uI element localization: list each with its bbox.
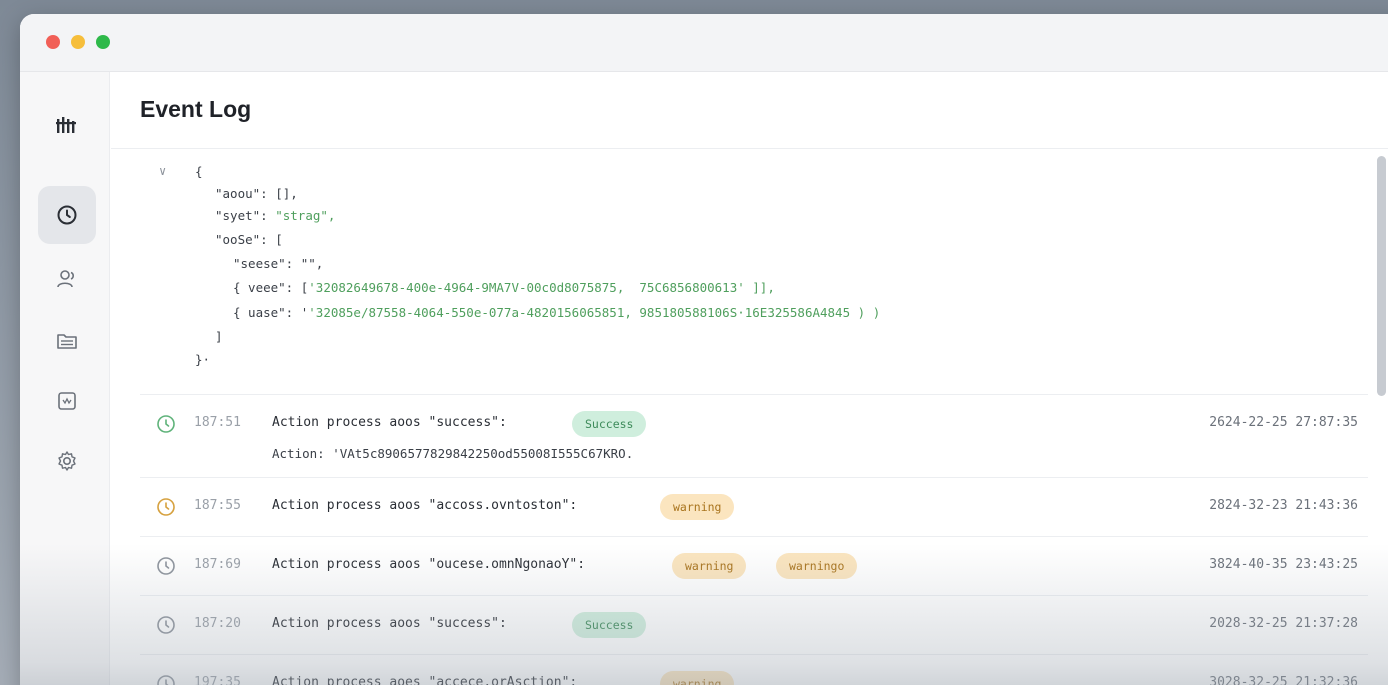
json-key: "seese": "", bbox=[233, 256, 324, 271]
event-message: Action process aoes "accece.orAsction": bbox=[272, 675, 578, 685]
minimize-window-button[interactable] bbox=[71, 35, 85, 49]
event-time: 187:69 bbox=[194, 557, 241, 572]
json-key: }· bbox=[195, 352, 211, 367]
main-panel: Event Log ∨ { "aoou": [], "syet": "strag",… bbox=[111, 72, 1388, 685]
event-row[interactable]: 187:55 Action process aoos "accoss.ovntos… bbox=[140, 477, 1368, 536]
event-timestamp: 2824-32-23 21:43:36 bbox=[1209, 498, 1358, 513]
event-time: 187:51 bbox=[194, 415, 241, 430]
json-line: "aoou": [], bbox=[215, 186, 298, 201]
event-message: Action process aoos "success": bbox=[272, 415, 507, 430]
event-time: 187:55 bbox=[194, 498, 241, 513]
status-badge: warning bbox=[660, 671, 735, 685]
status-badge: Success bbox=[572, 411, 647, 437]
users-icon bbox=[57, 270, 74, 288]
json-line: { veee": ['32082649678-400e-4964-9MA7V-0… bbox=[233, 280, 775, 295]
event-detail: Action: 'VAt5c8906577829842250od55008I55… bbox=[272, 446, 634, 461]
sidebar-item-settings[interactable] bbox=[38, 432, 96, 490]
sidebar-item-files[interactable] bbox=[38, 312, 96, 370]
event-message: Action process aoos "accoss.ovntoston": bbox=[272, 498, 578, 513]
json-key: "ooSe": [ bbox=[215, 232, 283, 247]
app-window: Event Log ∨ { "aoou": [], "syet": "strag",… bbox=[20, 14, 1388, 685]
json-line: "ooSe": [ bbox=[215, 232, 283, 247]
status-badge: Success bbox=[572, 612, 647, 638]
json-key: { uase": ' bbox=[233, 305, 309, 320]
scrollbar[interactable] bbox=[1377, 156, 1386, 396]
json-key: { veee": [ bbox=[233, 280, 309, 295]
status-clock-icon bbox=[157, 498, 175, 516]
page-title: Event Log bbox=[140, 96, 252, 122]
json-line: ] bbox=[215, 329, 223, 344]
logo-icon bbox=[38, 96, 96, 154]
maximize-window-button[interactable] bbox=[96, 35, 110, 49]
json-value: '32085e/87558-4064-550e-077a-48201560658… bbox=[308, 305, 881, 320]
calendar-icon bbox=[58, 392, 76, 410]
json-value: '32082649678-400e-4964-9MA7V-00c0d807587… bbox=[308, 280, 775, 295]
json-key: ] bbox=[215, 329, 223, 344]
status-badge: warning bbox=[660, 494, 735, 520]
header-divider bbox=[111, 148, 1388, 149]
event-time: 187:20 bbox=[194, 616, 241, 631]
event-row[interactable]: 187:20 Action process aoos "success": Succ… bbox=[140, 595, 1368, 654]
close-window-button[interactable] bbox=[46, 35, 60, 49]
folder-icon bbox=[57, 334, 77, 349]
json-line: "seese": "", bbox=[233, 256, 323, 271]
event-message: Action process aoos "oucese.omnNgonaoY": bbox=[272, 557, 586, 572]
status-badge: warning bbox=[672, 553, 747, 579]
sidebar-item-calendar[interactable] bbox=[38, 372, 96, 430]
event-timestamp: 2028-32-25 21:37:28 bbox=[1209, 616, 1358, 631]
status-badge: warningo bbox=[776, 553, 858, 579]
collapse-caret-icon[interactable]: ∨ bbox=[159, 164, 166, 178]
json-line: "syet": "strag", bbox=[215, 208, 335, 223]
status-clock-icon bbox=[157, 557, 175, 575]
json-line: { bbox=[195, 164, 203, 179]
json-line: { uase": ''32085e/87558-4064-550e-077a-4… bbox=[233, 305, 880, 320]
json-line: }· bbox=[195, 352, 210, 367]
settings-icon bbox=[58, 451, 76, 471]
event-message: Action process aoos "success": bbox=[272, 616, 507, 631]
event-time: 197:35 bbox=[194, 675, 241, 685]
json-key: "syet": bbox=[215, 208, 276, 223]
sidebar-item-event-log[interactable] bbox=[38, 186, 96, 244]
json-key: { bbox=[195, 164, 203, 179]
json-value: "strag", bbox=[275, 208, 336, 223]
sidebar bbox=[20, 72, 110, 685]
event-row[interactable]: 187:69 Action process aoos "oucese.omnNgo… bbox=[140, 536, 1368, 595]
status-clock-icon bbox=[157, 675, 175, 685]
event-timestamp: 2624-22-25 27:87:35 bbox=[1209, 415, 1358, 430]
clock-icon bbox=[57, 205, 77, 225]
event-timestamp: 3824-40-35 23:43:25 bbox=[1209, 557, 1358, 572]
title-bar bbox=[20, 14, 1388, 72]
event-row[interactable]: 187:51 Action process aoos "success": Succ… bbox=[140, 394, 1368, 477]
json-key: "aoou": [], bbox=[215, 186, 298, 201]
status-clock-icon bbox=[157, 616, 175, 634]
event-row[interactable]: 197:35 Action process aoes "accece.orAsct… bbox=[140, 654, 1368, 685]
sidebar-item-users[interactable] bbox=[38, 250, 96, 308]
status-clock-icon bbox=[157, 415, 175, 433]
event-timestamp: 3028-32-25 21:32:36 bbox=[1209, 675, 1358, 685]
